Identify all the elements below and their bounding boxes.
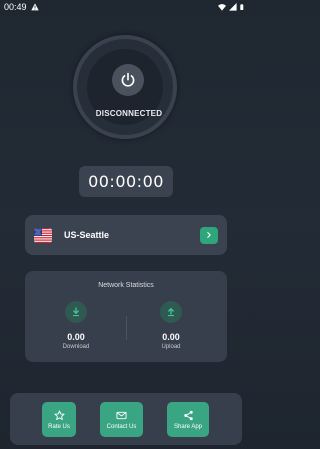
network-statistics-card: Network Statistics 0.00 Download 0.00 Up… [25,271,227,362]
stats-divider [126,316,127,340]
rate-us-label: Rate Us [48,423,70,430]
mail-icon [116,411,127,419]
bottom-action-bar: Rate Us Contact Us Share App [10,393,242,445]
upload-value: 0.00 [162,332,180,342]
warning-icon [30,3,39,11]
upload-stat: 0.00 Upload [136,301,206,350]
share-app-label: Share App [173,423,203,430]
status-bar-left: 00:49 [4,2,39,12]
download-stat: 0.00 Download [41,301,111,350]
share-app-button[interactable]: Share App [167,402,209,437]
signal-icon [229,3,237,11]
status-bar-right [218,3,246,11]
server-name: US-Seattle [64,230,110,240]
upload-icon [160,301,182,323]
power-icon [121,72,135,87]
server-arrow-button[interactable] [200,226,218,244]
upload-label: Upload [161,344,181,350]
status-time: 00:49 [4,2,27,12]
share-icon [183,410,193,420]
contact-us-label: Contact Us [106,423,137,430]
connect-button[interactable] [112,64,144,96]
status-bar: 00:49 [0,0,250,14]
connection-ring: DISCONNECTED [73,35,177,139]
stats-title: Network Statistics [98,282,154,289]
star-icon [53,409,65,420]
wifi-icon [218,4,226,11]
chevron-right-icon [207,232,211,238]
us-flag-icon [34,227,52,243]
download-value: 0.00 [67,332,85,342]
battery-icon [240,4,244,10]
server-selector[interactable]: US-Seattle [25,215,227,255]
download-icon [65,301,87,323]
rate-us-button[interactable]: Rate Us [42,402,76,437]
download-label: Download [62,344,90,350]
contact-us-button[interactable]: Contact Us [100,402,143,437]
connection-timer: 00:00:00 [79,166,173,197]
connection-status: DISCONNECTED [95,109,163,118]
